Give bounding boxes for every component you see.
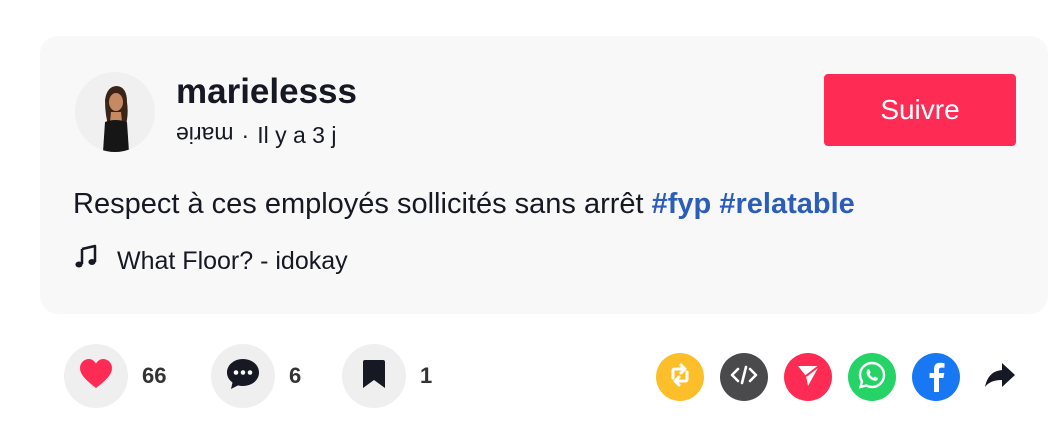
comment-count: 6 xyxy=(289,363,302,388)
save-action: 1 xyxy=(342,344,432,408)
share-button[interactable] xyxy=(976,353,1024,401)
like-button[interactable] xyxy=(64,344,128,408)
save-count: 1 xyxy=(420,363,433,388)
whatsapp-button[interactable] xyxy=(848,353,896,401)
share-arrow-icon xyxy=(984,361,1016,394)
video-caption: Respect à ces employés sollicités sans a… xyxy=(73,186,855,222)
action-bar: 66 6 1 xyxy=(0,344,1054,408)
like-action: 66 xyxy=(64,344,166,408)
meta-separator: · xyxy=(241,122,250,148)
repost-icon xyxy=(667,362,693,393)
post-time: Il y a 3 j xyxy=(257,122,337,148)
whatsapp-icon xyxy=(857,360,887,395)
comment-button[interactable] xyxy=(211,344,275,408)
comment-icon xyxy=(225,357,261,396)
like-count: 66 xyxy=(142,363,167,388)
hashtag-relatable[interactable]: #relatable xyxy=(719,188,854,220)
caption-text: Respect à ces employés sollicités sans a… xyxy=(73,188,644,220)
embed-button[interactable] xyxy=(720,353,768,401)
send-icon xyxy=(795,362,821,393)
music-link[interactable]: What Floor? - idokay xyxy=(73,244,348,277)
follow-button[interactable]: Suivre xyxy=(824,74,1016,146)
hashtag-fyp[interactable]: #fyp xyxy=(652,188,712,220)
avatar[interactable] xyxy=(75,72,155,152)
repost-button[interactable] xyxy=(656,353,704,401)
video-info-card: marielesss marie · Il y a 3 j Suivre Res… xyxy=(40,36,1048,314)
facebook-button[interactable] xyxy=(912,353,960,401)
music-note-icon xyxy=(73,244,99,277)
author-username[interactable]: marielesss xyxy=(176,72,357,112)
music-title: What Floor? - idokay xyxy=(117,246,348,275)
embed-icon xyxy=(730,365,758,390)
author-meta: marie · Il y a 3 j xyxy=(176,120,336,150)
send-button[interactable] xyxy=(784,353,832,401)
bookmark-icon xyxy=(362,359,386,394)
facebook-icon xyxy=(925,358,947,397)
comment-action: 6 xyxy=(211,344,301,408)
heart-icon xyxy=(79,358,113,395)
save-button[interactable] xyxy=(342,344,406,408)
author-nickname[interactable]: marie xyxy=(176,120,234,150)
